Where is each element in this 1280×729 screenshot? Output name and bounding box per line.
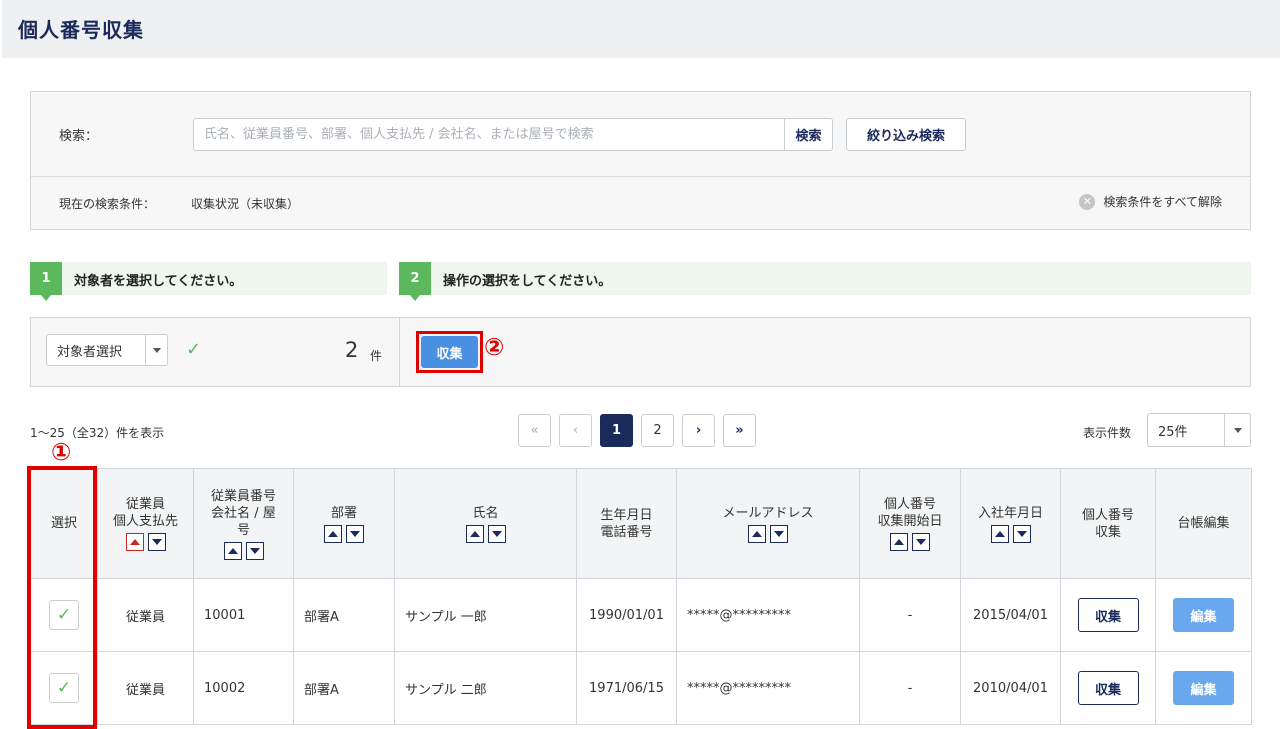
cell-start-date: -: [859, 578, 961, 652]
clear-conditions-label: 検索条件をすべて解除: [1103, 195, 1222, 209]
check-icon: ✓: [186, 339, 202, 360]
step-2-banner: 2 操作の選択をしてください。: [399, 262, 1251, 301]
row-edit-button[interactable]: 編集: [1173, 671, 1234, 705]
employee-table: 選択 従業員 個人支払先 従業員番号 会社名 / 屋 号 部署 氏名 生年月日 …: [30, 468, 1252, 725]
step-text: 操作の選択をしてください。: [443, 274, 612, 289]
clear-conditions-link[interactable]: ✕ 検索条件をすべて解除: [1079, 193, 1222, 210]
cell-name: サンプル 二郎: [394, 651, 577, 725]
sort-asc-icon[interactable]: [324, 524, 342, 543]
sort-desc-icon[interactable]: [147, 533, 166, 551]
cell-type: 従業員: [97, 578, 194, 652]
step-text: 対象者を選択してください。: [74, 274, 243, 289]
col-employee-no: 従業員番号 会社名 / 屋 号: [193, 468, 294, 579]
sort-asc-icon[interactable]: [223, 541, 242, 560]
step-number: 2: [399, 262, 431, 301]
page-1-button[interactable]: 1: [600, 414, 633, 447]
search-label: 検索：: [59, 129, 99, 144]
col-name: 氏名: [394, 468, 577, 579]
cell-email: *****@*********: [676, 578, 860, 652]
cell-name: サンプル 一郎: [394, 578, 577, 652]
cell-hire-date: 2015/04/01: [960, 578, 1061, 652]
target-select-label: 対象者選択: [57, 344, 123, 360]
annotation-marker-1: ①: [51, 438, 72, 466]
bulk-collect-button[interactable]: 収集: [421, 336, 478, 368]
sort-asc-icon[interactable]: [748, 524, 766, 543]
col-email: メールアドレス: [676, 468, 860, 579]
row-collect-button[interactable]: 収集: [1077, 671, 1139, 705]
first-page-button[interactable]: «: [518, 414, 551, 447]
cell-birth: 1971/06/15: [576, 651, 677, 725]
current-condition-label: 現在の検索条件：: [59, 197, 156, 211]
sort-asc-icon[interactable]: [890, 533, 908, 551]
per-page-label: 表示件数: [1083, 426, 1132, 440]
selected-count: 2: [345, 338, 359, 362]
table-row: ✓ 従業員 10002 部署A サンプル 二郎 1971/06/15 *****…: [30, 651, 1252, 725]
cell-department: 部署A: [293, 651, 395, 725]
prev-page-button[interactable]: ‹: [559, 414, 592, 447]
page-2-button[interactable]: 2: [641, 414, 674, 447]
collect-button-highlight: 収集: [416, 331, 483, 373]
col-mynumber-start: 個人番号 収集開始日: [859, 468, 961, 579]
row-checkbox[interactable]: ✓: [49, 600, 79, 630]
table-header-row: 選択 従業員 個人支払先 従業員番号 会社名 / 屋 号 部署 氏名 生年月日 …: [30, 468, 1252, 579]
search-button[interactable]: 検索: [784, 118, 833, 151]
search-input[interactable]: [193, 118, 785, 151]
cell-employee-no: 10002: [193, 651, 294, 725]
per-page-value: 25件: [1158, 424, 1188, 440]
selected-count-unit: 件: [370, 349, 383, 363]
sort-asc-icon[interactable]: [465, 524, 484, 543]
cell-department: 部署A: [293, 578, 395, 652]
sort-desc-icon[interactable]: [346, 524, 364, 543]
page-header: 個人番号収集: [2, 0, 1280, 58]
cell-type: 従業員: [97, 651, 194, 725]
clear-icon: ✕: [1079, 193, 1096, 210]
step-1-banner: 1 対象者を選択してください。: [30, 262, 387, 301]
col-select: 選択: [30, 468, 98, 579]
cell-email: *****@*********: [676, 651, 860, 725]
col-hire-date: 入社年月日: [960, 468, 1061, 579]
sort-desc-icon[interactable]: [487, 524, 506, 543]
sort-desc-icon[interactable]: [1012, 524, 1031, 543]
col-birth-phone: 生年月日 電話番号: [576, 468, 677, 579]
sort-desc-icon[interactable]: [912, 533, 930, 551]
cell-start-date: -: [859, 651, 961, 725]
cell-hire-date: 2010/04/01: [960, 651, 1061, 725]
col-department: 部署: [293, 468, 395, 579]
per-page-select[interactable]: 25件: [1147, 413, 1251, 447]
col-employee-type: 従業員 個人支払先: [97, 468, 194, 579]
step-number: 1: [30, 262, 62, 301]
annotation-marker-2: ②: [484, 333, 505, 361]
table-row: ✓ 従業員 10001 部署A サンプル 一郎 1990/01/01 *****…: [30, 578, 1252, 652]
row-collect-button[interactable]: 収集: [1077, 598, 1139, 632]
search-row: 検索： 検索 絞り込み検索: [31, 92, 1250, 177]
sort-desc-icon[interactable]: [245, 541, 264, 560]
cell-birth: 1990/01/01: [576, 578, 677, 652]
pagination: « ‹ 1 2 › »: [518, 414, 756, 447]
col-ledger-edit: 台帳編集: [1155, 468, 1252, 579]
page-title: 個人番号収集: [18, 18, 144, 42]
cell-employee-no: 10001: [193, 578, 294, 652]
chevron-down-icon[interactable]: [1224, 414, 1250, 446]
search-panel: 検索： 検索 絞り込み検索 現在の検索条件： 収集状況（未収集） ✕ 検索条件を…: [30, 91, 1251, 230]
divider: [399, 318, 400, 386]
target-select-dropdown[interactable]: 対象者選択: [46, 334, 168, 366]
next-page-button[interactable]: ›: [682, 414, 715, 447]
col-mynumber-collect: 個人番号 収集: [1060, 468, 1156, 579]
current-condition-value: 収集状況（未収集）: [191, 197, 300, 211]
sort-asc-icon[interactable]: [990, 524, 1009, 543]
sort-desc-icon[interactable]: [770, 524, 788, 543]
chevron-down-icon[interactable]: [145, 335, 167, 365]
filter-search-button[interactable]: 絞り込み検索: [846, 118, 966, 151]
row-checkbox[interactable]: ✓: [49, 673, 79, 703]
row-edit-button[interactable]: 編集: [1173, 598, 1234, 632]
action-bar: 対象者選択 ✓ 2 件 収集: [30, 317, 1251, 387]
sort-asc-icon[interactable]: [125, 533, 144, 551]
last-page-button[interactable]: »: [723, 414, 756, 447]
